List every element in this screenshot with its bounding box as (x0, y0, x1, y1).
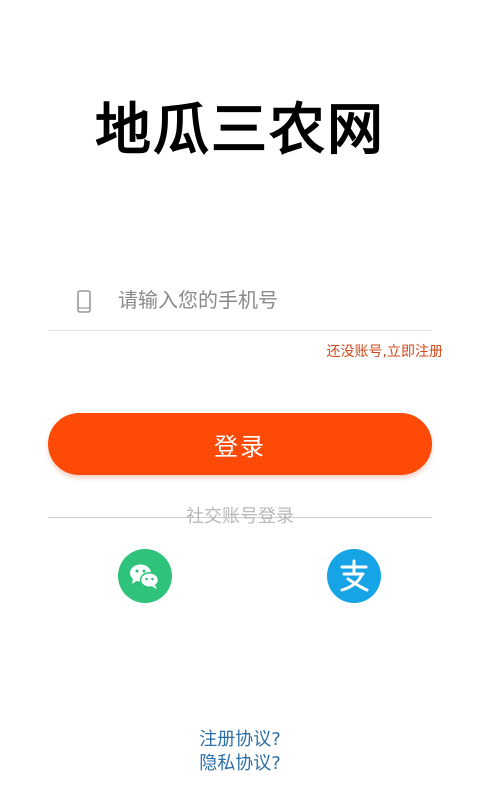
login-button[interactable]: 登录 (48, 413, 432, 475)
wechat-icon (130, 564, 160, 589)
phone-number-input[interactable] (118, 280, 418, 320)
alipay-login-button[interactable] (327, 549, 381, 603)
phone-field-row (48, 270, 432, 331)
app-title: 地瓜三农网 (95, 98, 385, 163)
register-link[interactable]: 还没账号,立即注册 (327, 342, 443, 362)
mobile-phone-icon (75, 290, 93, 314)
social-login-title: 社交账号登录 (186, 506, 294, 527)
privacy-agreement-link[interactable]: 隐私协议? (0, 752, 480, 776)
wechat-login-button[interactable] (118, 549, 172, 603)
register-agreement-link[interactable]: 注册协议? (0, 728, 480, 752)
alipay-icon (340, 559, 369, 592)
